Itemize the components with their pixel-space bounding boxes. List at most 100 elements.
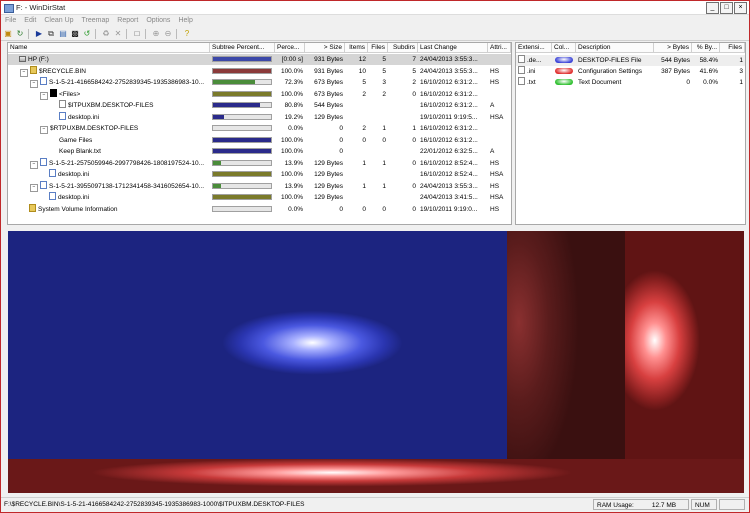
- table-row[interactable]: desktop.ini 100.0% 129 Bytes 24/04/2013 3:4…: [8, 192, 511, 203]
- col-subtree-percent[interactable]: Subtree Percent...: [210, 43, 275, 53]
- file-icon: [59, 100, 66, 108]
- list-item[interactable]: .de... DESKTOP-FILES File 544 Bytes 58.4% 1: [516, 55, 745, 66]
- col-last-change[interactable]: Last Change: [418, 43, 488, 53]
- treemap-ini-block-2[interactable]: [625, 231, 744, 459]
- row-size: 673 Bytes: [314, 79, 343, 86]
- ext-description: DESKTOP-FILES File: [578, 57, 642, 64]
- row-files: 0: [382, 136, 386, 144]
- col-extension[interactable]: Extensi...: [516, 43, 552, 53]
- expand-toggle-icon[interactable]: −: [20, 68, 28, 77]
- menu-help[interactable]: Help: [174, 15, 196, 26]
- play-icon[interactable]: ▶: [34, 29, 44, 39]
- row-percent: 100.0%: [280, 67, 303, 75]
- title-bar[interactable]: F: - WinDirStat _ □ ×: [1, 1, 749, 15]
- ext-files: 3: [739, 68, 743, 75]
- refresh-selected-icon[interactable]: ↺: [82, 29, 92, 39]
- row-items: [345, 100, 368, 111]
- copy-icon[interactable]: ⧉: [46, 29, 56, 39]
- close-button[interactable]: ×: [734, 2, 747, 14]
- col-description[interactable]: Description: [576, 43, 654, 53]
- ram-usage-label: RAM Usage:: [593, 499, 640, 510]
- row-name: desktop.ini: [58, 194, 90, 201]
- status-extra: [719, 499, 745, 510]
- row-files: [368, 192, 388, 203]
- col-ext-files[interactable]: Files: [720, 43, 745, 53]
- col-files[interactable]: Files: [368, 43, 388, 53]
- menu-options[interactable]: Options: [142, 15, 174, 26]
- open-icon[interactable]: ▣: [3, 29, 13, 39]
- row-attributes: [488, 89, 511, 100]
- table-row[interactable]: Game Files 100.0% 0 0 0 0 16/10/2012 6:31:2...: [8, 135, 511, 146]
- expand-toggle-icon[interactable]: −: [30, 160, 38, 169]
- table-row[interactable]: − $RECYCLE.BIN 100.0% 931 Bytes 10 5 5 24/04/20…: [8, 65, 511, 77]
- expand-toggle-icon[interactable]: −: [30, 183, 38, 192]
- ext-color-swatch: [555, 57, 573, 63]
- treemap-desktop-files-block[interactable]: [8, 231, 507, 459]
- extension-list[interactable]: Extensi... Col... Description > Bytes % …: [515, 42, 746, 225]
- recycle-icon[interactable]: ♻: [101, 29, 111, 39]
- subtree-percent-fill: [213, 172, 271, 176]
- row-size: 673 Bytes: [314, 90, 343, 98]
- menu-file[interactable]: File: [1, 15, 20, 26]
- col-size[interactable]: > Size: [305, 43, 345, 53]
- list-item[interactable]: .ini Configuration Settings 387 Bytes 41.6%…: [516, 66, 745, 77]
- col-subdirs[interactable]: Subdirs: [388, 43, 418, 53]
- table-row[interactable]: − S-1-5-21-2575059946-2997798426-18081975…: [8, 157, 511, 169]
- menu-report[interactable]: Report: [113, 15, 142, 26]
- col-bytes[interactable]: > Bytes: [654, 43, 692, 53]
- table-row[interactable]: − S-1-5-21-3955097138-1712341458-34160526…: [8, 180, 511, 192]
- row-items: 1: [362, 159, 366, 167]
- zoom-in-icon[interactable]: ⊕: [151, 29, 161, 39]
- subtree-percent-fill: [213, 160, 222, 165]
- table-row[interactable]: desktop.ini 100.0% 129 Bytes 16/10/2012 8:5…: [8, 169, 511, 180]
- table-row[interactable]: desktop.ini 19.2% 129 Bytes 19/10/2011 9:19…: [8, 111, 511, 123]
- ext-bytes: 544 Bytes: [661, 57, 690, 64]
- row-name: $RTPUXBM.DESKTOP-FILES: [50, 125, 139, 132]
- treemap[interactable]: [8, 231, 744, 493]
- table-row[interactable]: − S-1-5-21-4166584242-2752839345-19353869…: [8, 77, 511, 88]
- treemap-ini-block-3[interactable]: [8, 459, 744, 493]
- expand-toggle-icon[interactable]: −: [30, 80, 38, 88]
- minimize-button[interactable]: _: [706, 2, 719, 14]
- maximize-button[interactable]: □: [720, 2, 733, 14]
- menu-edit[interactable]: Edit: [20, 15, 40, 26]
- col-name[interactable]: Name: [8, 43, 210, 53]
- table-row[interactable]: − <Files> 100.0% 673 Bytes 2 2 0 16/10/2012 6:3…: [8, 88, 511, 100]
- col-attributes[interactable]: Attri...: [488, 43, 511, 53]
- expand-toggle-icon[interactable]: −: [40, 91, 48, 100]
- row-attributes: HS: [490, 205, 500, 213]
- row-percent: 0.0%: [288, 205, 303, 213]
- refresh-icon[interactable]: ↻: [15, 29, 25, 39]
- row-items: [345, 192, 368, 203]
- col-percent[interactable]: Perce...: [275, 43, 305, 53]
- treemap-ini-block-1[interactable]: [507, 231, 625, 459]
- expand-toggle-icon[interactable]: −: [40, 126, 48, 134]
- col-color[interactable]: Col...: [552, 43, 576, 53]
- table-row[interactable]: $ITPUXBM.DESKTOP-FILES 80.8% 544 Bytes 16/1…: [8, 100, 511, 111]
- table-row[interactable]: Keep Blank.txt 100.0% 0 22/01/2012 6:32:5..…: [8, 146, 511, 157]
- new-folder-icon[interactable]: □: [132, 29, 142, 39]
- directory-list[interactable]: Name Subtree Percent... Perce... > Size …: [7, 42, 512, 225]
- col-items[interactable]: Items: [345, 43, 368, 53]
- table-row[interactable]: − $RTPUXBM.DESKTOP-FILES 0.0% 0 2 1 1 16/10/201…: [8, 123, 511, 134]
- table-row[interactable]: HP (F:) [0:00 s] 931 Bytes 12 5 7 24/04/2013 3…: [8, 54, 511, 65]
- help-icon[interactable]: ?: [182, 29, 192, 39]
- row-last-change: 16/10/2012 8:52:4...: [420, 171, 478, 178]
- explorer-icon[interactable]: ▤: [58, 29, 68, 39]
- table-row[interactable]: System Volume Information 0.0% 0 0 0 0 19/10/2…: [8, 203, 511, 215]
- ext-percent: 58.4%: [699, 57, 718, 64]
- col-bytes-percent[interactable]: % By...: [692, 43, 720, 53]
- cmd-icon[interactable]: ▩: [70, 29, 80, 39]
- list-item[interactable]: .txt Text Document 0 0.0% 1: [516, 77, 745, 88]
- row-subdirs: 0: [412, 90, 416, 98]
- subtree-percent-bar: [212, 90, 272, 97]
- row-attributes: HSA: [490, 113, 504, 121]
- menu-clean-up[interactable]: Clean Up: [40, 15, 77, 26]
- row-name: S-1-5-21-3955097138-1712341458-341605265…: [49, 182, 205, 190]
- menu-treemap[interactable]: Treemap: [78, 15, 114, 26]
- row-last-change: 19/10/2011 9:19:5...: [420, 113, 478, 121]
- row-items: 10: [358, 67, 366, 75]
- delete-icon[interactable]: ✕: [113, 29, 123, 39]
- zoom-out-icon[interactable]: ⊖: [163, 29, 173, 39]
- subtree-percent-bar: [212, 113, 272, 120]
